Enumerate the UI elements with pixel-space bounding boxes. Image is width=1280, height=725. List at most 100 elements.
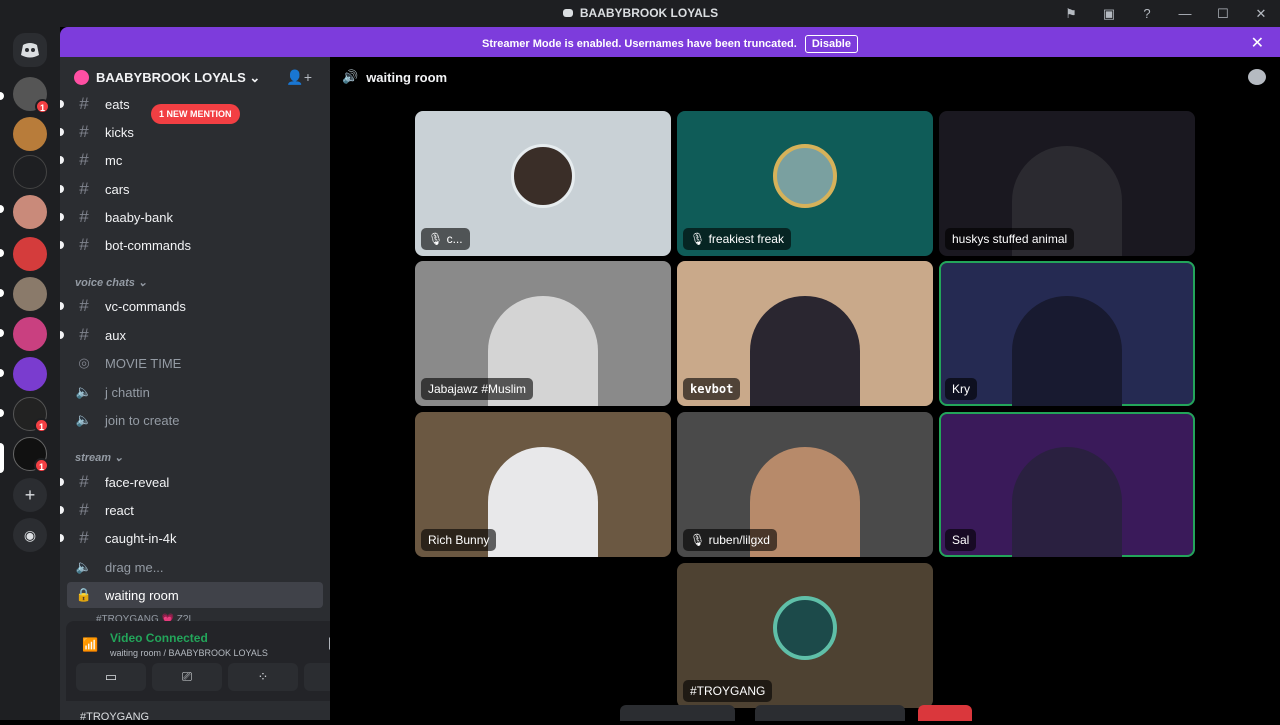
invite-people-icon[interactable]: 👤+	[286, 69, 312, 86]
user-name[interactable]: #TROYGANG	[80, 711, 149, 723]
video-tile[interactable]: 🎙 c...	[415, 111, 671, 256]
participant-name: #TROYGANG	[683, 680, 773, 702]
server-icon-2[interactable]	[13, 117, 47, 151]
channel-label: eats	[105, 96, 130, 112]
unread-indicator	[0, 329, 4, 337]
channel-face-reveal[interactable]: # face-reveal	[60, 469, 323, 495]
participant-label: 🎙 freakiest freak	[683, 228, 791, 250]
voice-location[interactable]: waiting room / BAABYBROOK LOYALS	[110, 648, 268, 658]
screen-share-button[interactable]: ⎚	[152, 663, 222, 691]
channel-mc[interactable]: # mc	[60, 147, 323, 173]
mic-control[interactable]	[620, 705, 735, 721]
camera-control[interactable]	[755, 705, 905, 721]
voice-channel-j-chattin[interactable]: 🔈 j chattin	[67, 379, 323, 405]
call-controls	[620, 705, 980, 725]
video-tile[interactable]: kevbot	[677, 261, 933, 406]
explore-icon[interactable]: ◉	[13, 518, 47, 552]
mention-badge: 1	[34, 418, 49, 433]
participant-name: Rich Bunny	[421, 529, 497, 551]
server-icon-1[interactable]: 1	[13, 77, 50, 114]
hash-icon: #	[79, 122, 89, 141]
category-voice-chats[interactable]: voice chats ⌄	[75, 276, 147, 289]
unread-indicator	[0, 409, 4, 417]
close-icon[interactable]: ✕	[1251, 33, 1264, 53]
voice-channel-drag-me[interactable]: 🔈 drag me...	[67, 554, 323, 580]
channel-label: MOVIE TIME	[105, 355, 182, 371]
server-icon-baabybrook[interactable]: 1	[13, 437, 49, 473]
chat-icon[interactable]	[1248, 69, 1266, 85]
channel-cars[interactable]: # cars	[60, 176, 323, 202]
server-icon-5[interactable]	[13, 237, 47, 271]
video-tile[interactable]: Rich Bunny	[415, 412, 671, 557]
add-server-icon[interactable]: +	[13, 478, 47, 512]
disable-button[interactable]: Disable	[804, 35, 858, 53]
discord-home-icon	[21, 43, 39, 58]
channel-title: waiting room	[366, 69, 448, 85]
participant-name: huskys stuffed animal	[945, 228, 1075, 250]
mic-muted-icon: 🎙	[690, 232, 709, 246]
channel-vc-commands[interactable]: # vc-commands	[60, 293, 323, 319]
voice-channel-join-to-create[interactable]: 🔈 join to create	[67, 407, 323, 433]
voice-channel-waiting-room[interactable]: 🔒 waiting room	[67, 582, 323, 608]
channel-caught-in-4k[interactable]: # caught-in-4k	[60, 525, 323, 551]
minimize-button[interactable]: —	[1166, 0, 1204, 27]
category-stream[interactable]: stream ⌄	[75, 451, 123, 464]
voice-status[interactable]: Video Connected	[110, 631, 208, 645]
server-icon-4[interactable]	[13, 195, 47, 229]
participant-name: freakiest freak	[708, 232, 784, 246]
channel-label: vc-commands	[105, 298, 186, 314]
speaker-icon: 🔈	[75, 559, 93, 574]
server-name: BAABYBROOK LOYALS ⌄	[96, 70, 261, 85]
camera-feed	[1012, 447, 1122, 557]
participant-name: Jabajawz #Muslim	[421, 378, 534, 400]
channel-label: aux	[105, 327, 126, 343]
channel-kicks[interactable]: # kicks	[60, 119, 323, 145]
signal-icon[interactable]: 📶	[82, 637, 98, 653]
server-icon-7[interactable]	[13, 317, 47, 351]
participant-label: 🎙 ruben/lilgxd	[683, 529, 777, 551]
maximize-button[interactable]: ☐	[1204, 0, 1242, 27]
close-window-button[interactable]: ✕	[1242, 0, 1280, 27]
video-tile-speaking[interactable]: Sal	[939, 412, 1195, 557]
hash-icon: #	[79, 235, 89, 254]
video-tile[interactable]: 🎙 ruben/lilgxd	[677, 412, 933, 557]
server-list: 1 1 1 + ◉	[0, 27, 60, 720]
avatar	[773, 595, 837, 660]
server-icon-8[interactable]	[13, 357, 47, 391]
camera-off-button[interactable]: ▭	[76, 663, 146, 691]
server-icon-9[interactable]: 1	[13, 397, 49, 433]
selected-indicator	[0, 443, 4, 473]
flag-icon[interactable]: ⚑	[1052, 0, 1090, 27]
avatar	[511, 143, 575, 208]
hash-icon: #	[79, 472, 89, 491]
help-icon[interactable]: ?	[1128, 0, 1166, 27]
channel-label: face-reveal	[105, 474, 170, 490]
voice-stage: 🔊 waiting room 🎙 c... 🎙 freakiest freak …	[330, 57, 1280, 721]
activities-button[interactable]: ⁘	[228, 663, 298, 691]
leave-call-button[interactable]	[918, 705, 972, 721]
channel-baaby-bank[interactable]: # baaby-bank	[60, 204, 323, 230]
channel-aux[interactable]: # aux	[60, 322, 323, 348]
voice-channel-movie-time[interactable]: ◎ MOVIE TIME	[67, 350, 323, 376]
channel-label: cars	[105, 181, 130, 197]
channel-react[interactable]: # react	[60, 497, 323, 523]
participant-name: Sal	[945, 529, 977, 551]
participant-name: ruben/lilgxd	[708, 533, 770, 547]
banner-text: Streamer Mode is enabled. Usernames have…	[482, 38, 797, 50]
mic-muted-icon: 🎙	[690, 533, 709, 547]
video-tile[interactable]: huskys stuffed animal	[939, 111, 1195, 256]
video-tile[interactable]: Jabajawz #Muslim	[415, 261, 671, 406]
hash-icon: #	[79, 528, 89, 547]
unread-indicator	[0, 92, 4, 100]
video-tile-speaking[interactable]: Kry	[939, 261, 1195, 406]
server-icon-6[interactable]	[13, 277, 47, 311]
camera-feed	[488, 447, 598, 557]
home-button[interactable]	[13, 33, 47, 67]
server-icon-3[interactable]	[13, 155, 47, 189]
video-tile[interactable]: #TROYGANG	[677, 563, 933, 708]
channel-label: kicks	[105, 124, 134, 140]
inbox-icon[interactable]: ▣	[1090, 0, 1128, 27]
video-tile[interactable]: 🎙 freakiest freak	[677, 111, 933, 256]
channel-label: join to create	[105, 412, 180, 428]
channel-bot-commands[interactable]: # bot-commands	[60, 232, 323, 258]
